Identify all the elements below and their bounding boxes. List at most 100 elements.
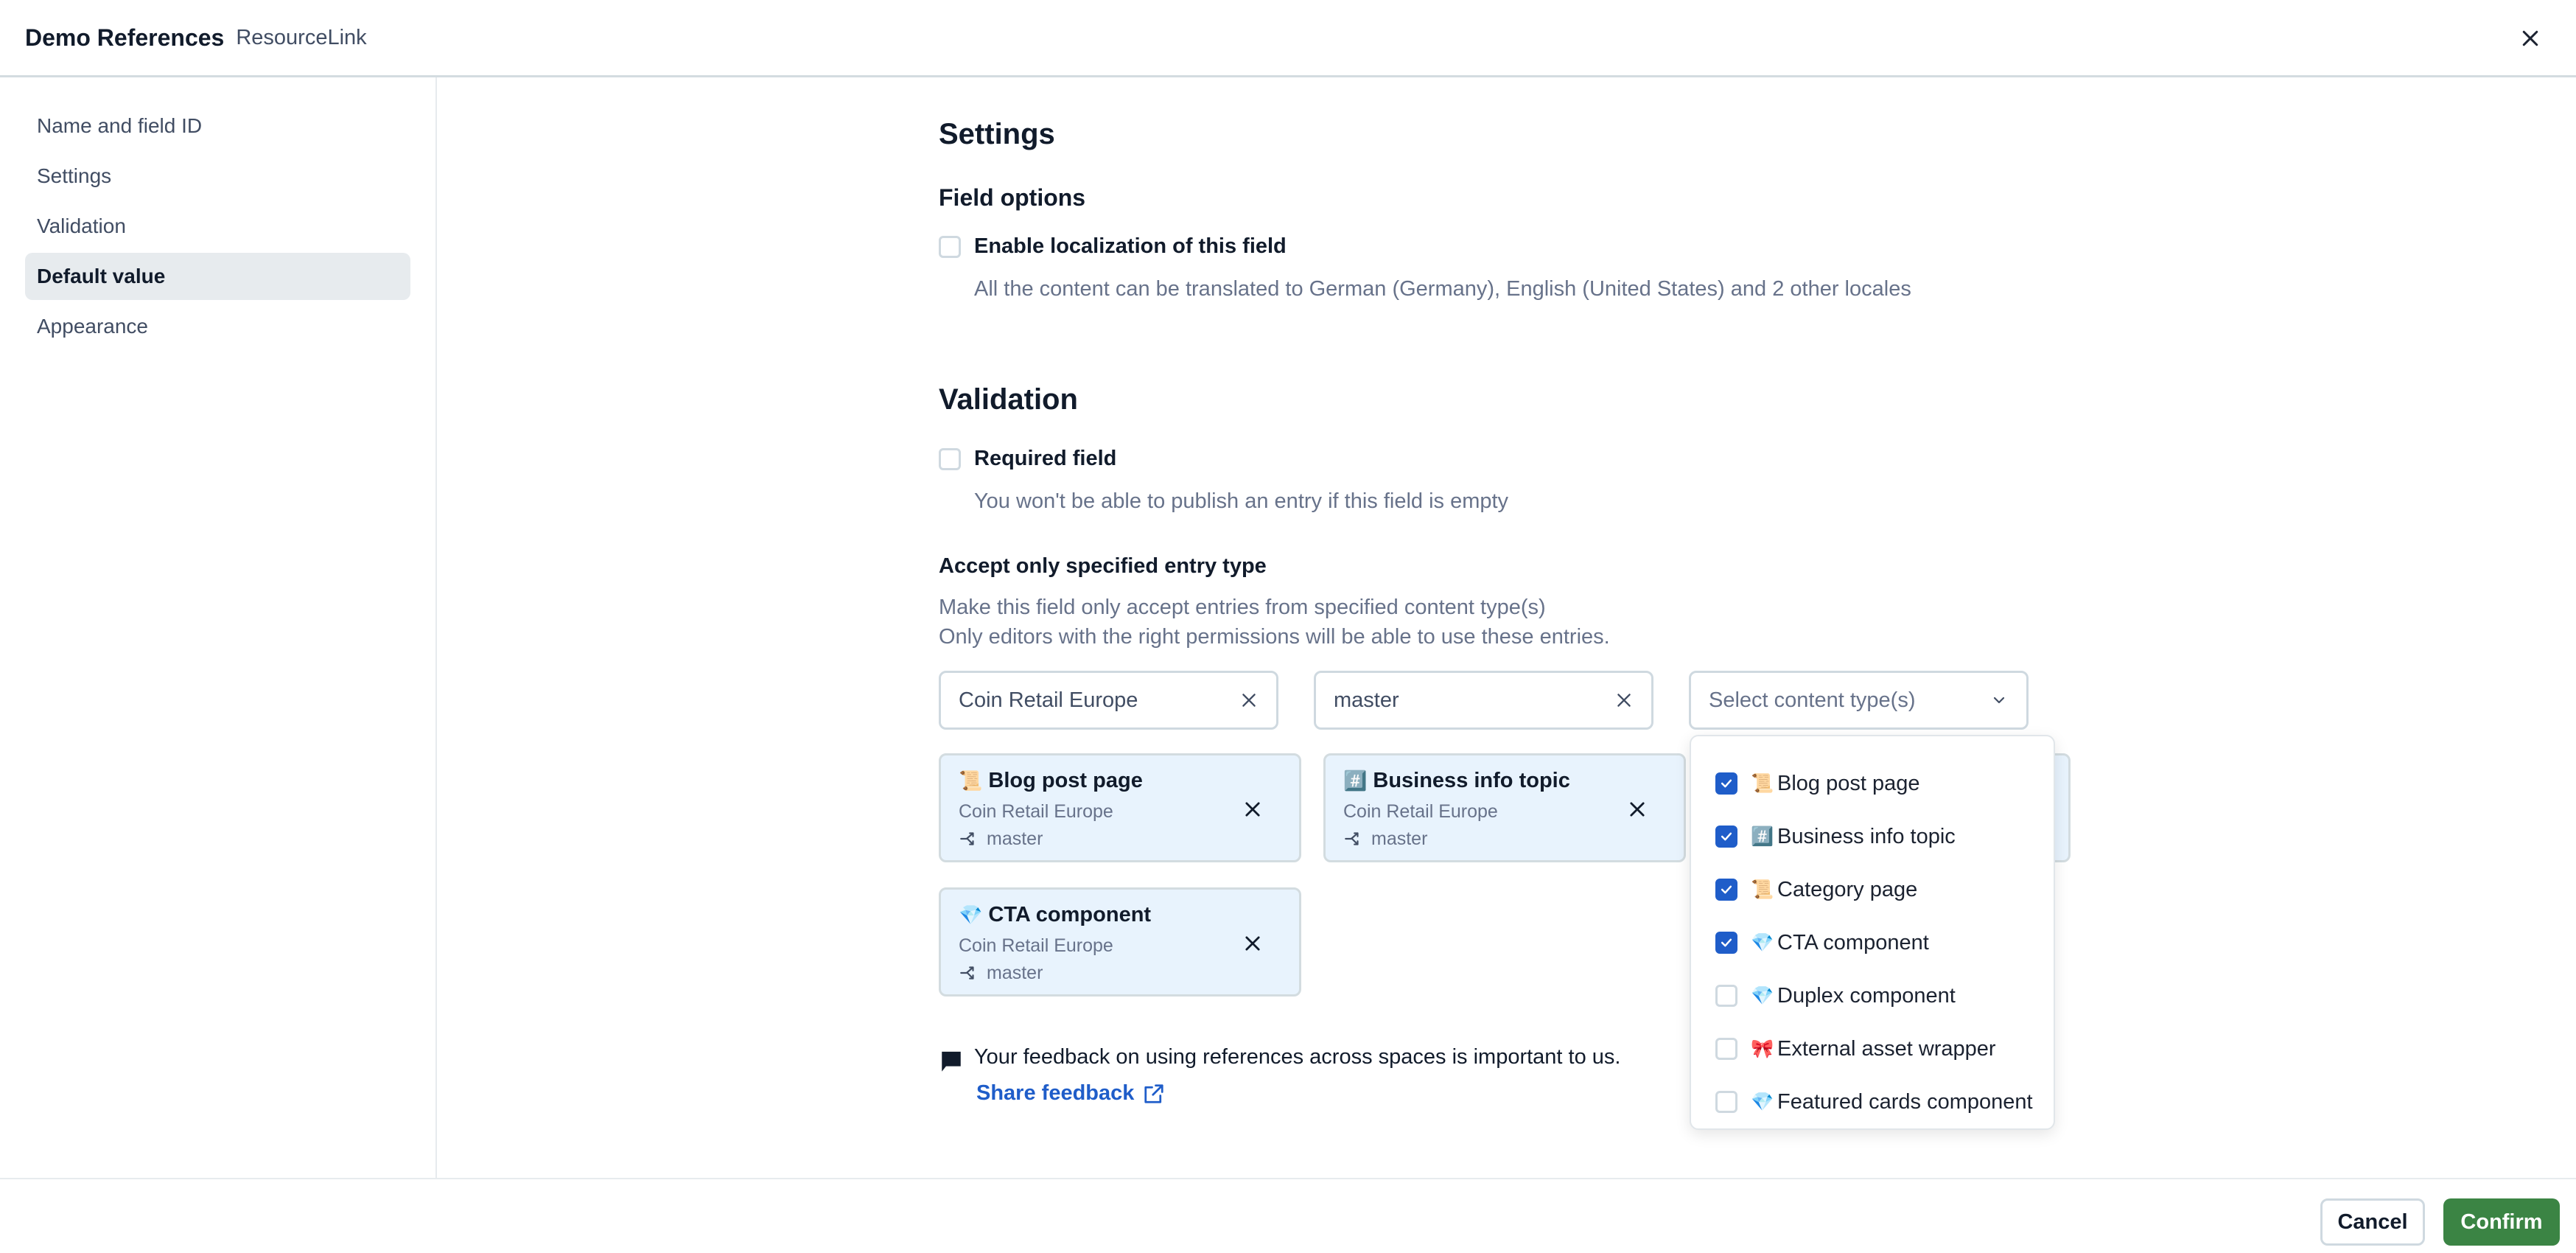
sidebar-item-label: Default value (37, 265, 166, 287)
settings-heading: Settings (939, 118, 1055, 150)
dropdown-option[interactable]: 💎 Duplex component (1691, 969, 2054, 1022)
scroll-icon: 📜 (1751, 879, 1774, 900)
localization-label: Enable localization of this field (974, 234, 1287, 258)
sidebar-item-validation[interactable]: Validation (25, 203, 410, 250)
sidebar-nav: Name and field ID Settings Validation De… (0, 77, 437, 1178)
content-type-card: #️⃣ Business info topic Coin Retail Europ… (1323, 753, 1686, 862)
sidebar-item-label: Name and field ID (37, 114, 203, 137)
share-feedback-link[interactable]: Share feedback (976, 1081, 1165, 1106)
option-checkbox[interactable] (1715, 879, 1737, 901)
feedback-notice: Your feedback on using references across… (939, 1045, 1620, 1076)
dropdown-option[interactable]: 💎 Featured cards component (1691, 1075, 2054, 1128)
required-checkbox[interactable] (939, 447, 961, 470)
clear-environment-button[interactable] (1613, 689, 1635, 711)
close-icon (1242, 694, 1256, 707)
ribbon-icon: 🎀 (1751, 1038, 1774, 1059)
close-icon (2522, 30, 2538, 46)
card-space: Coin Retail Europe (1343, 800, 1498, 822)
content-type-select-placeholder: Select content type(s) (1709, 688, 1916, 712)
scroll-icon: 📜 (959, 769, 983, 792)
dropdown-option[interactable]: 💎 CTA component (1691, 916, 2054, 969)
sidebar-item-default-value[interactable]: Default value (25, 253, 410, 300)
option-checkbox[interactable] (1715, 772, 1737, 795)
hash-icon: #️⃣ (1343, 769, 1368, 792)
field-options-heading: Field options (939, 184, 1086, 211)
card-branch: master (987, 962, 1043, 983)
share-feedback-label: Share feedback (976, 1081, 1135, 1105)
scroll-icon: 📜 (1751, 772, 1774, 794)
localization-help: All the content can be translated to Ger… (974, 277, 1911, 301)
feedback-text: Your feedback on using references across… (974, 1045, 1621, 1069)
dropdown-option[interactable]: 🎀 External asset wrapper (1691, 1022, 2054, 1075)
chevron-down-icon (1988, 689, 2010, 711)
confirm-button[interactable]: Confirm (2443, 1198, 2560, 1246)
check-icon (1721, 779, 1732, 788)
sidebar-item-label: Appearance (37, 315, 149, 338)
content-type-select[interactable]: Select content type(s) (1689, 671, 2029, 730)
sidebar-item-name-and-field-id[interactable]: Name and field ID (25, 102, 410, 150)
branch-icon (960, 832, 974, 845)
card-branch: master (987, 828, 1043, 849)
accept-help-line-1: Make this field only accept entries from… (939, 596, 1546, 619)
remove-card-button[interactable] (1625, 797, 1650, 822)
field-type-subtitle: ResourceLink (236, 25, 367, 49)
option-checkbox[interactable] (1715, 1091, 1737, 1113)
check-icon (1721, 832, 1732, 841)
branch-icon (960, 966, 974, 980)
modal-footer: Cancel Confirm (0, 1178, 2576, 1253)
space-select[interactable]: Coin Retail Europe (939, 671, 1278, 730)
option-label: External asset wrapper (1777, 1036, 1996, 1061)
option-label: Business info topic (1777, 824, 1956, 848)
gem-icon: 💎 (1751, 1091, 1774, 1112)
gem-icon: 💎 (1751, 985, 1774, 1006)
remove-card-button[interactable] (1240, 797, 1265, 822)
content-type-card: 💎 CTA component Coin Retail Europe master (939, 887, 1301, 997)
localization-checkbox-row[interactable]: Enable localization of this field (939, 234, 1287, 259)
chat-bubble-icon (942, 1051, 961, 1072)
option-checkbox[interactable] (1715, 826, 1737, 848)
hash-icon: #️⃣ (1751, 826, 1774, 847)
card-space: Coin Retail Europe (959, 935, 1113, 956)
content-type-card: 📜 Blog post page Coin Retail Europe maste… (939, 753, 1301, 862)
validation-heading: Validation (939, 383, 1078, 416)
close-icon (1245, 936, 1260, 951)
option-label: Featured cards component (1777, 1089, 2033, 1114)
external-link-icon (1144, 1083, 1164, 1103)
dropdown-option[interactable]: #️⃣ Business info topic (1691, 810, 2054, 863)
sidebar-item-settings[interactable]: Settings (25, 153, 410, 200)
gem-icon: 💎 (1751, 932, 1774, 953)
localization-checkbox[interactable] (939, 235, 961, 258)
check-icon (1721, 938, 1732, 947)
card-title: Business info topic (1373, 768, 1570, 792)
dropdown-option[interactable]: 📜 Blog post page (1691, 757, 2054, 810)
option-checkbox[interactable] (1715, 1038, 1737, 1060)
option-label: Duplex component (1777, 983, 1956, 1008)
content-type-dropdown: 📜 Blog post page #️⃣ Business info topic 📜 Ca… (1690, 735, 2055, 1130)
close-icon (1245, 802, 1260, 817)
option-label: CTA component (1777, 930, 1929, 954)
card-title: CTA component (988, 902, 1152, 926)
option-label: Blog post page (1777, 771, 1920, 795)
accept-entry-type-label: Accept only specified entry type (939, 554, 1267, 578)
close-button[interactable] (2514, 22, 2547, 55)
cancel-button[interactable]: Cancel (2320, 1198, 2425, 1246)
option-checkbox[interactable] (1715, 932, 1737, 954)
required-help: You won't be able to publish an entry if… (974, 489, 1509, 513)
required-label: Required field (974, 447, 1117, 470)
sidebar-item-label: Settings (37, 164, 112, 187)
remove-card-button[interactable] (1240, 931, 1265, 956)
clear-space-button[interactable] (1238, 689, 1260, 711)
branch-icon (1345, 832, 1359, 845)
required-checkbox-row[interactable]: Required field (939, 447, 1116, 471)
dropdown-option[interactable]: 📜 Category page (1691, 863, 2054, 916)
environment-select[interactable]: master (1314, 671, 1653, 730)
close-icon (1630, 802, 1645, 817)
card-title: Blog post page (988, 768, 1143, 792)
space-select-value: Coin Retail Europe (959, 688, 1138, 712)
option-checkbox[interactable] (1715, 985, 1737, 1007)
check-icon (1721, 885, 1732, 894)
modal-title: Demo References (25, 24, 225, 51)
option-label: Category page (1777, 877, 1918, 901)
sidebar-item-appearance[interactable]: Appearance (25, 303, 410, 350)
modal-header: Demo References ResourceLink (0, 0, 2576, 77)
